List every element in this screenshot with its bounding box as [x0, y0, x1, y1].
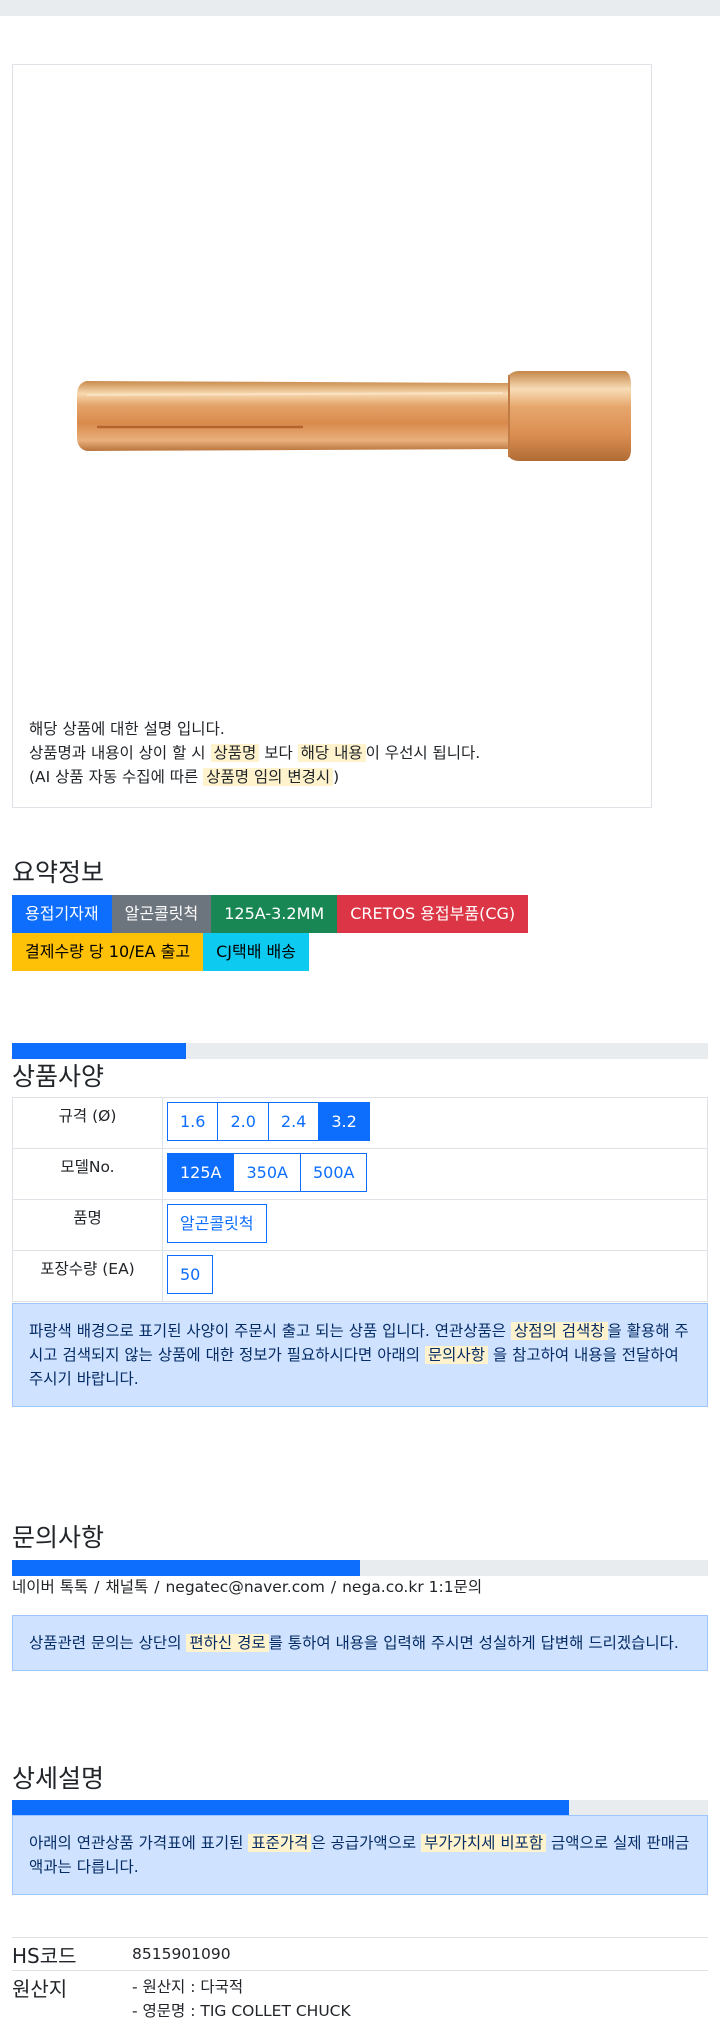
progress-fill — [12, 1800, 569, 1816]
summary-tag[interactable]: CJ택배 배송 — [203, 933, 309, 971]
origin-line: - 영문명 : TIG COLLET CHUCK — [132, 2002, 351, 2020]
highlight: 편하신 경로 — [186, 1634, 269, 1652]
detail-title: 상세설명 — [12, 1764, 105, 1793]
summary-title: 요약정보 — [12, 858, 105, 887]
spec-label: 포장수량 (EA) — [12, 1250, 163, 1302]
spec-label: 모델No. — [12, 1148, 163, 1200]
contact-channel-talk[interactable]: 채널톡 — [105, 1578, 148, 1596]
desc-line: 해당 상품에 대한 설명 입니다. — [29, 720, 225, 738]
spec-table: 규격 (Ø) 1.6 2.0 2.4 3.2 모델No. 125A 350A 500A 품… — [12, 1097, 708, 1302]
highlight: 표준가격 — [248, 1834, 312, 1852]
spec-row-name: 품명 알곤콜릿척 — [12, 1199, 708, 1251]
summary-tag[interactable]: 125A-3.2MM — [211, 895, 338, 933]
desc-line: 상품명과 내용이 상이 할 시 상품명 보다 해당 내용 이 우선시 됩니다. — [29, 744, 481, 762]
contact-inquiry-link[interactable]: nega.co.kr 1:1문의 — [342, 1578, 482, 1596]
separator: / — [330, 1578, 337, 1596]
option-button[interactable]: 알곤콜릿척 — [167, 1204, 267, 1243]
option-button[interactable]: 500A — [299, 1153, 368, 1192]
separator: / — [154, 1578, 160, 1596]
summary-tag[interactable]: 용접기자재 — [12, 895, 112, 933]
top-bar — [0, 0, 720, 16]
inquiry-notice: 상품관련 문의는 상단의 편하신 경로 를 통하여 내용을 입력해 주시면 성실하… — [12, 1615, 708, 1671]
spec-notice: 파랑색 배경으로 표기된 사양이 주문시 출고 되는 상품 입니다. 연관상품은… — [12, 1303, 708, 1407]
origin-label: 원산지 — [12, 1977, 68, 2001]
highlight: 문의사항 — [424, 1346, 488, 1364]
desc-line: (AI 상품 자동 수집에 따른 상품명 임의 변경시) — [29, 768, 340, 786]
spec-options: 알곤콜릿척 — [162, 1199, 708, 1251]
detail-notice: 아래의 연관상품 가격표에 표기된 표준가격 은 공급가액으로 부가가치세 비포함… — [12, 1815, 708, 1895]
option-button[interactable]: 2.0 — [217, 1102, 269, 1141]
summary-tag[interactable]: 결제수량 당 10/EA 출고 — [12, 933, 204, 971]
spec-row-model: 모델No. 125A 350A 500A — [12, 1148, 708, 1200]
spec-label: 품명 — [12, 1199, 163, 1251]
spec-row-pack: 포장수량 (EA) 50 — [12, 1250, 708, 1302]
hs-code-label: HS코드 — [12, 1944, 77, 1968]
progress-fill — [12, 1560, 360, 1576]
spec-progress-bar — [12, 1043, 708, 1059]
highlight: 해당 내용 — [297, 744, 366, 762]
option-button[interactable]: 50 — [167, 1255, 214, 1294]
collet-chuck-image — [77, 371, 631, 461]
origin-row: 원산지 - 원산지 : 다국적 - 영문명 : TIG COLLET CHUCK — [12, 1970, 708, 2020]
hs-code-row: HS코드 8515901090 — [12, 1937, 708, 1970]
highlight: 상품명 임의 변경시 — [203, 768, 334, 786]
inquiry-progress-bar — [12, 1560, 708, 1576]
spec-options: 125A 350A 500A — [162, 1148, 708, 1200]
spec-row-size: 규격 (Ø) 1.6 2.0 2.4 3.2 — [12, 1097, 708, 1149]
spec-label: 규격 (Ø) — [12, 1097, 163, 1149]
separator: / — [94, 1578, 100, 1596]
product-card: 해당 상품에 대한 설명 입니다. 상품명과 내용이 상이 할 시 상품명 보다… — [12, 64, 652, 808]
contact-links: 네이버 톡톡 / 채널톡 / negatec@naver.com / nega.co.kr … — [12, 1575, 482, 1597]
highlight: 부가가치세 비포함 — [421, 1834, 547, 1852]
origin-line: - 원산지 : 다국적 — [132, 1978, 244, 1996]
contact-email[interactable]: negatec@naver.com — [165, 1578, 324, 1596]
highlight: 상점의 검색창 — [511, 1322, 608, 1340]
summary-tags: 용접기자재 알곤콜릿척 125A-3.2MM CRETOS 용접부품(CG) 결… — [12, 895, 572, 971]
spec-options: 50 — [162, 1250, 708, 1302]
origin-values: - 원산지 : 다국적 - 영문명 : TIG COLLET CHUCK — [132, 1975, 351, 2023]
inquiry-title: 문의사항 — [12, 1523, 105, 1552]
summary-tag[interactable]: 알곤콜릿척 — [111, 895, 212, 933]
option-button[interactable]: 350A — [233, 1153, 301, 1192]
spec-options: 1.6 2.0 2.4 3.2 — [162, 1097, 708, 1149]
highlight: 상품명 — [210, 744, 260, 762]
option-button[interactable]: 125A — [167, 1153, 235, 1192]
option-button[interactable]: 3.2 — [318, 1102, 370, 1141]
option-button[interactable]: 2.4 — [267, 1102, 320, 1141]
spec-title: 상품사양 — [12, 1062, 105, 1091]
contact-naver-talk[interactable]: 네이버 톡톡 — [12, 1578, 88, 1596]
detail-progress-bar — [12, 1800, 708, 1816]
summary-tag[interactable]: CRETOS 용접부품(CG) — [337, 895, 529, 933]
product-description: 해당 상품에 대한 설명 입니다. 상품명과 내용이 상이 할 시 상품명 보다… — [29, 717, 480, 789]
hs-code-value: 8515901090 — [132, 1945, 231, 1963]
option-button[interactable]: 1.6 — [167, 1102, 219, 1141]
